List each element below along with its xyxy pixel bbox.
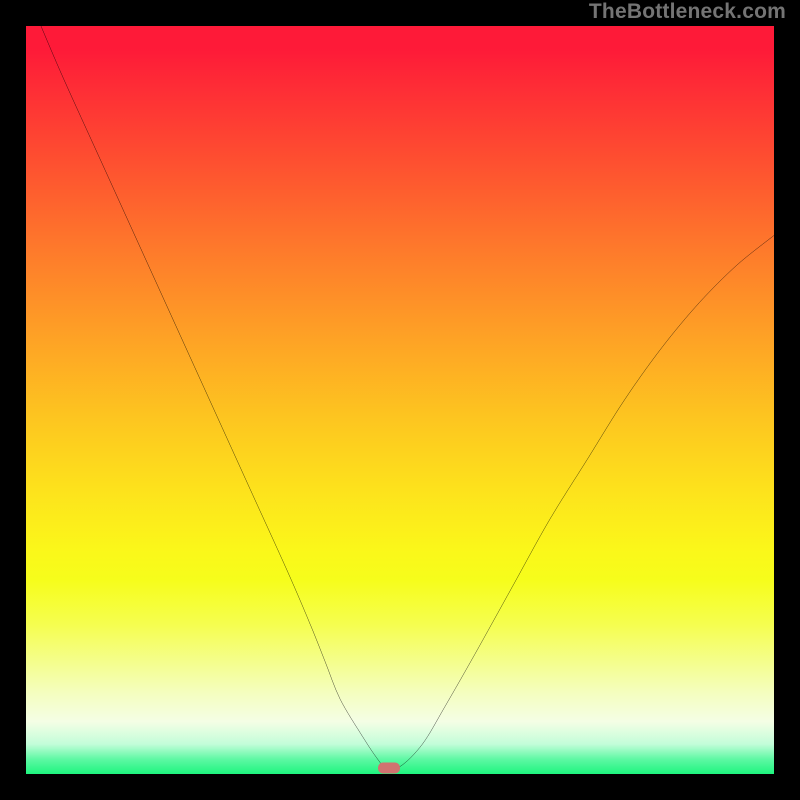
sweet-spot-marker [378,763,400,774]
watermark-text: TheBottleneck.com [589,0,786,24]
chart-plot-area [26,26,774,774]
bottleneck-curve [26,26,774,774]
